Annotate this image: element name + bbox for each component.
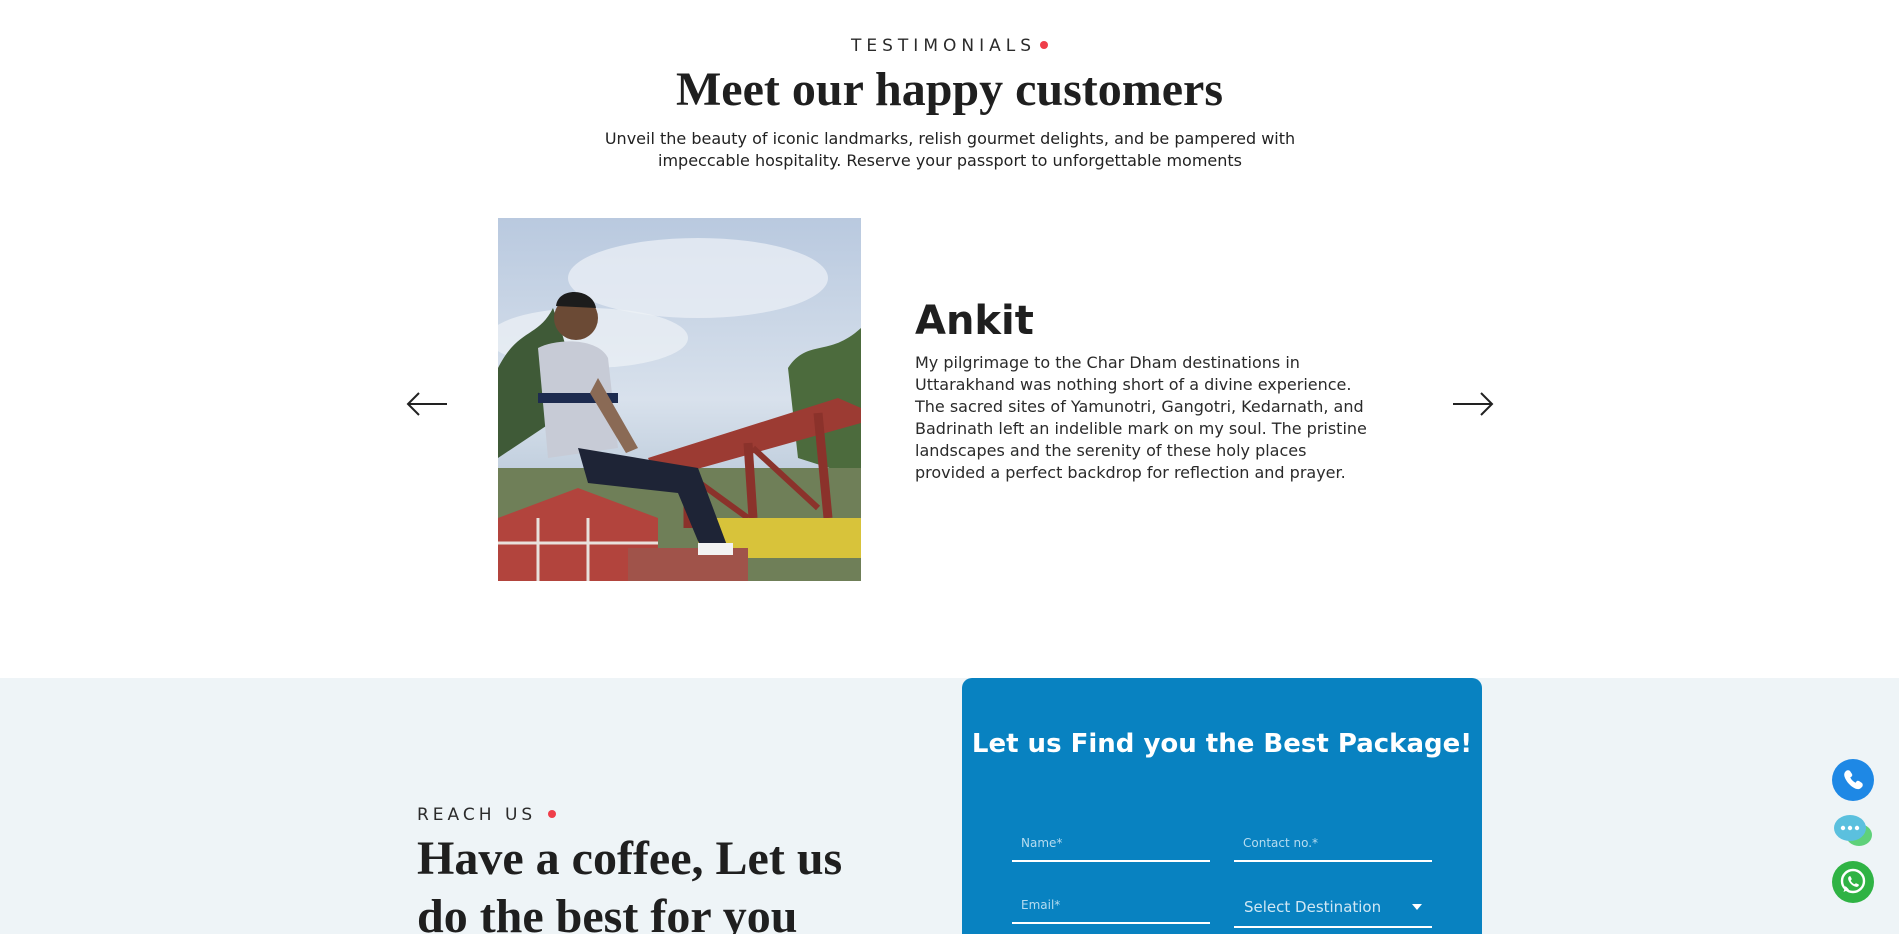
- email-input[interactable]: [1012, 888, 1210, 922]
- whatsapp-button[interactable]: [1832, 861, 1874, 903]
- name-field: [1012, 826, 1210, 862]
- arrow-left-icon: [406, 392, 447, 416]
- contact-input[interactable]: [1234, 826, 1432, 860]
- previous-testimonial-button[interactable]: [405, 388, 449, 420]
- arrow-right-icon: [1453, 392, 1494, 416]
- chat-button[interactable]: [1832, 810, 1874, 852]
- customer-name: Ankit: [915, 298, 1034, 344]
- destination-select[interactable]: Select Destination: [1234, 888, 1432, 928]
- email-field: [1012, 888, 1210, 924]
- whatsapp-icon: [1832, 861, 1874, 903]
- chat-icon: [1834, 815, 1872, 846]
- contact-field: [1234, 826, 1432, 862]
- testimonials-subtitle: Unveil the beauty of iconic landmarks, r…: [604, 129, 1296, 170]
- chevron-down-icon: [1412, 904, 1422, 910]
- reach-us-eyebrow: REACH US: [417, 805, 556, 825]
- testimonials-section: TESTIMONIALS Meet our happy customers Un…: [0, 0, 1899, 678]
- phone-icon: [1832, 759, 1874, 801]
- call-button[interactable]: [1832, 759, 1874, 801]
- form-title: Let us Find you the Best Package!: [971, 729, 1473, 759]
- name-input[interactable]: [1012, 826, 1210, 860]
- accent-dot: [1040, 40, 1048, 49]
- testimonials-eyebrow: TESTIMONIALS: [0, 36, 1899, 56]
- destination-select-value: Select Destination: [1244, 898, 1382, 916]
- reach-us-title: Have a coffee, Let us do the best for yo…: [417, 832, 843, 934]
- testimonials-title: Meet our happy customers: [675, 63, 1224, 116]
- customer-quote: My pilgrimage to the Char Dham destinati…: [915, 353, 1367, 482]
- testimonials-eyebrow-text: TESTIMONIALS: [851, 36, 1036, 56]
- reach-us-section: [0, 678, 1899, 934]
- next-testimonial-button[interactable]: [1451, 388, 1495, 420]
- reach-us-eyebrow-text: REACH US: [417, 805, 537, 825]
- customer-photo: [498, 218, 861, 581]
- accent-dot: [547, 809, 556, 818]
- package-enquiry-form: Let us Find you the Best Package! Select…: [962, 678, 1482, 934]
